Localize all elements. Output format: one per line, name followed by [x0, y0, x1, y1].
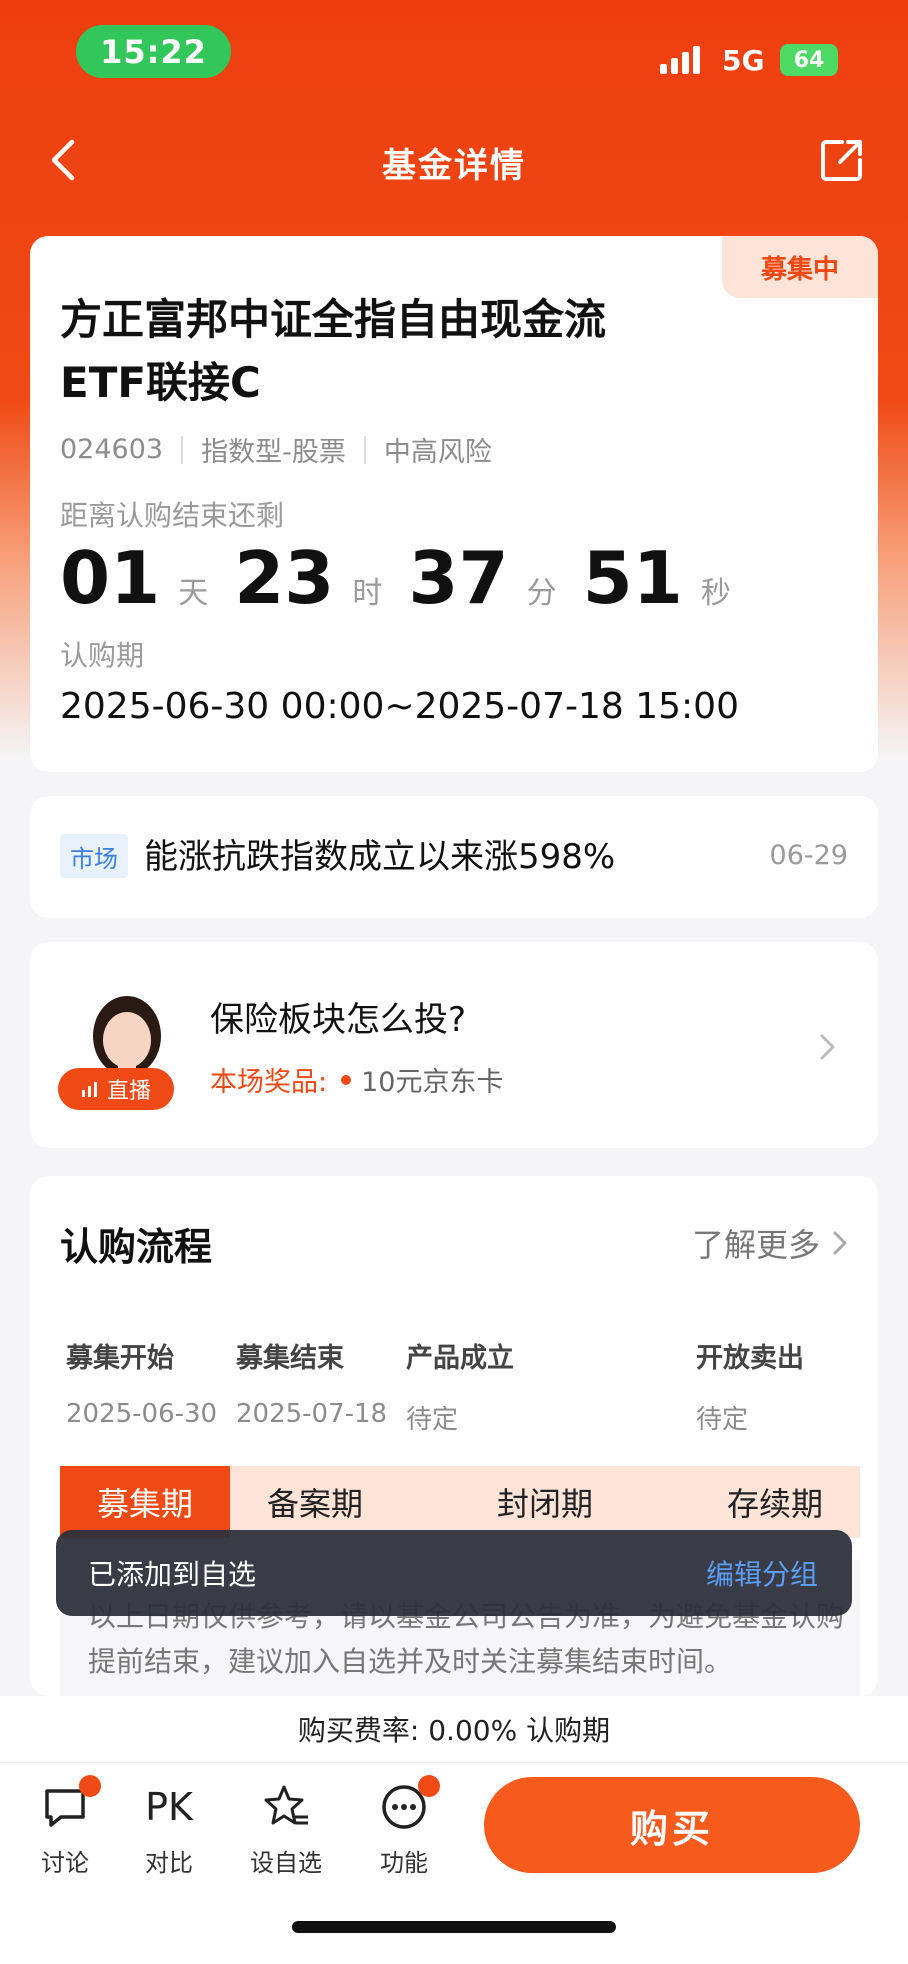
- pk-icon: PK: [145, 1785, 193, 1829]
- phase-filing: 备案期: [266, 1485, 363, 1523]
- prize-value: 10元京东卡: [361, 1067, 504, 1098]
- more-label: 功能: [380, 1849, 428, 1877]
- countdown-hours-unit: 时: [352, 576, 383, 611]
- process-title: 认购流程: [60, 1225, 213, 1269]
- bottom-toolbar: 讨论 PK 对比 设自选 功能 购买: [0, 1763, 908, 1883]
- home-area: [0, 1883, 908, 1964]
- notification-dot: [418, 1775, 440, 1797]
- divider: [181, 435, 184, 464]
- learn-more-link[interactable]: 了解更多: [692, 1220, 848, 1266]
- live-bars-icon: [81, 1082, 97, 1097]
- step-name: 产品成立: [406, 1343, 514, 1374]
- countdown-days-unit: 天: [178, 576, 209, 611]
- home-indicator[interactable]: [292, 1921, 616, 1933]
- watchlist-button[interactable]: 设自选: [241, 1783, 331, 1878]
- fund-summary-card: 募集中 方正富邦中证全指自由现金流ETF联接C 024603 指数型-股票 中高…: [30, 236, 878, 772]
- chevron-right-icon: [820, 1034, 835, 1060]
- fund-meta: 024603 指数型-股票 中高风险: [60, 430, 492, 469]
- step-date: 2025-07-18: [236, 1399, 388, 1429]
- phase-duration: 存续期: [726, 1485, 823, 1523]
- network-type: 5G: [722, 44, 765, 77]
- phase-closed: 封闭期: [496, 1485, 593, 1523]
- prize-label: 本场奖品:: [210, 1067, 328, 1098]
- countdown-minutes: 37: [408, 536, 509, 620]
- chevron-right-icon: [833, 1231, 847, 1255]
- countdown-seconds: 51: [582, 536, 683, 620]
- live-stream-card[interactable]: 直播 保险板块怎么投? 本场奖品: 10元京东卡: [30, 942, 878, 1148]
- bullet-dot: [341, 1074, 352, 1085]
- nav-bar: 基金详情: [0, 120, 908, 200]
- countdown-label: 距离认购结束还剩: [60, 499, 285, 532]
- status-bar: 15:22 5G 64: [0, 0, 908, 110]
- step-name: 开放卖出: [696, 1343, 804, 1374]
- live-badge: 直播: [58, 1068, 174, 1110]
- step-name: 募集结束: [236, 1343, 344, 1374]
- process-step: 产品成立 待定: [406, 1336, 514, 1436]
- more-functions-button[interactable]: 功能: [359, 1775, 449, 1878]
- live-badge-label: 直播: [106, 1079, 151, 1104]
- fee-text: 购买费率: 0.00% 认购期: [297, 1714, 611, 1747]
- live-prize: 本场奖品: 10元京东卡: [210, 1060, 503, 1099]
- notification-dot: [79, 1775, 101, 1797]
- fund-type: 指数型-股票: [201, 437, 346, 468]
- subscription-period-label: 认购期: [60, 639, 145, 672]
- countdown-hours: 23: [234, 536, 335, 620]
- process-step: 募集开始 2025-06-30: [66, 1336, 217, 1429]
- status-time: 15:22: [76, 25, 231, 78]
- battery-level: 64: [793, 47, 825, 73]
- market-tag: 市场: [60, 834, 128, 878]
- countdown-minutes-unit: 分: [526, 576, 557, 611]
- toast: 已添加到自选 编辑分组: [56, 1530, 852, 1616]
- signal-icon: [660, 46, 700, 74]
- edit-group-link[interactable]: 编辑分组: [706, 1553, 818, 1593]
- share-icon[interactable]: [818, 136, 866, 184]
- discuss-label: 讨论: [41, 1849, 89, 1877]
- subscription-process-card: 认购流程 了解更多 募集开始 2025-06-30 募集结束 2025-07-1…: [30, 1176, 878, 1696]
- battery-icon: 64: [780, 44, 838, 76]
- status-badge: 募集中: [722, 236, 878, 298]
- process-step: 开放卖出 待定: [696, 1336, 804, 1436]
- live-title: 保险板块怎么投?: [210, 1000, 467, 1040]
- market-headline: 能涨抗跌指数成立以来涨598%: [144, 837, 616, 877]
- compare-button[interactable]: PK 对比: [124, 1783, 214, 1878]
- fund-name: 方正富邦中证全指自由现金流ETF联接C: [60, 295, 607, 407]
- step-date: 待定: [406, 1405, 459, 1435]
- buy-button[interactable]: 购买: [484, 1777, 860, 1873]
- fee-bar: 购买费率: 0.00% 认购期: [0, 1696, 908, 1763]
- subscription-period: 2025-06-30 00:00~2025-07-18 15:00: [60, 686, 739, 727]
- watchlist-label: 设自选: [250, 1849, 322, 1877]
- star-list-icon: [264, 1785, 308, 1825]
- countdown-timer: 01 天 23 时 37 分 51 秒: [60, 536, 757, 620]
- learn-more-label: 了解更多: [691, 1226, 820, 1264]
- step-name: 募集开始: [66, 1343, 174, 1374]
- market-news-card[interactable]: 市场 能涨抗跌指数成立以来涨598% 06-29: [30, 796, 878, 918]
- countdown-days: 01: [60, 536, 161, 620]
- phase-raising: 募集期: [60, 1466, 230, 1538]
- step-date: 待定: [696, 1405, 749, 1435]
- phase-bar: 募集期 备案期 封闭期 存续期: [60, 1466, 860, 1538]
- process-step: 募集结束 2025-07-18: [236, 1336, 387, 1429]
- page-title: 基金详情: [382, 146, 526, 186]
- toast-message: 已添加到自选: [88, 1558, 257, 1591]
- step-date: 2025-06-30: [66, 1399, 218, 1429]
- divider: [363, 435, 366, 464]
- market-date: 06-29: [769, 840, 848, 871]
- fund-risk: 中高风险: [383, 437, 492, 468]
- fund-code: 024603: [60, 434, 164, 465]
- countdown-seconds-unit: 秒: [700, 576, 731, 611]
- discuss-button[interactable]: 讨论: [20, 1775, 110, 1878]
- compare-label: 对比: [145, 1849, 193, 1877]
